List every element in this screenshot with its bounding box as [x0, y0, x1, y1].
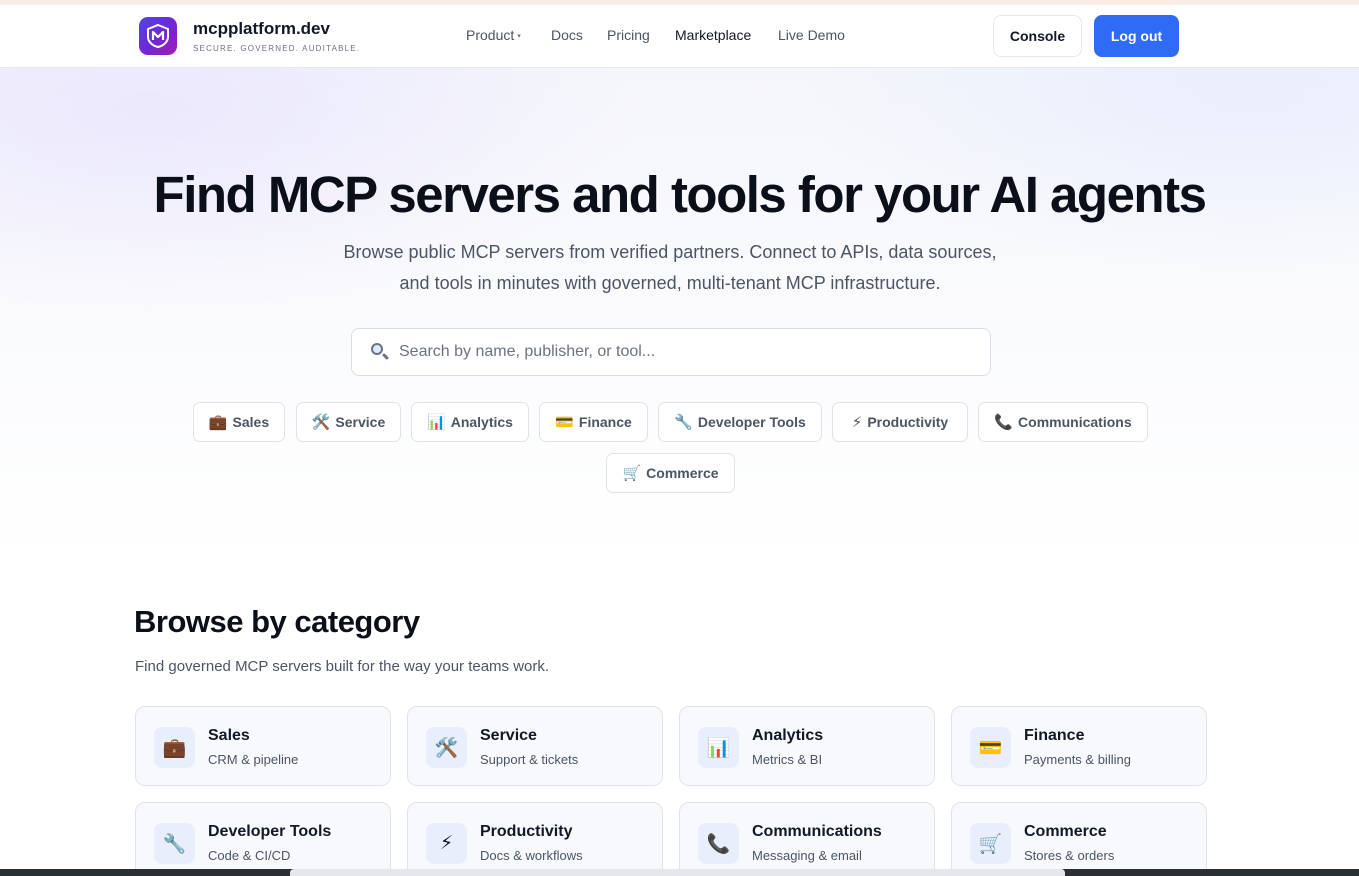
lightning-icon: ⚡: [851, 414, 863, 431]
chip-label: Service: [335, 414, 386, 430]
category-card-sales[interactable]: 💼 Sales CRM & pipeline: [135, 706, 391, 786]
hero-subtitle: Browse public MCP servers from verified …: [280, 237, 1060, 299]
chip-developer-tools[interactable]: 🔧 Developer Tools: [658, 402, 822, 442]
card-title: Communications: [752, 823, 882, 840]
card-title: Analytics: [752, 727, 824, 744]
brand-tagline: SECURE. GOVERNED. AUDITABLE.: [193, 44, 361, 53]
category-card-service[interactable]: 🛠️ Service Support & tickets: [407, 706, 663, 786]
bar-chart-icon: 📊: [427, 414, 446, 431]
chip-sales[interactable]: 💼 Sales: [193, 402, 285, 442]
section-subtitle: Find governed MCP servers built for the …: [135, 658, 550, 675]
wrench-icon: 🔧: [674, 414, 693, 431]
briefcase-icon: 💼: [208, 414, 228, 431]
card-description: Code & CI/CD: [208, 848, 291, 863]
chip-finance[interactable]: 💳 Finance: [539, 402, 648, 442]
category-card-commerce[interactable]: 🛒 Commerce Stores & orders: [951, 802, 1207, 876]
category-card-productivity[interactable]: ⚡ Productivity Docs & workflows: [407, 802, 663, 876]
bar-chart-icon: 📊: [698, 727, 739, 768]
card-description: CRM & pipeline: [208, 752, 299, 767]
category-card-finance[interactable]: 💳 Finance Payments & billing: [951, 706, 1207, 786]
cart-icon: 🛒: [622, 465, 642, 482]
site-header: mcpplatform.dev SECURE. GOVERNED. AUDITA…: [0, 5, 1359, 68]
phone-icon: 📞: [698, 823, 739, 864]
chip-communications[interactable]: 📞 Communications: [978, 402, 1148, 442]
chip-label: Commerce: [646, 465, 719, 481]
chip-commerce[interactable]: 🛒 Commerce: [606, 453, 735, 493]
wrench-icon: 🔧: [154, 823, 195, 864]
chip-productivity[interactable]: ⚡ Productivity: [832, 402, 968, 442]
search-icon: [369, 341, 391, 363]
chevron-down-icon: ▾: [517, 33, 521, 41]
nav-item-live-demo[interactable]: Live Demo: [778, 27, 845, 43]
search-bar[interactable]: [351, 328, 991, 376]
phone-icon: 📞: [994, 414, 1014, 431]
chip-label: Communications: [1018, 414, 1132, 430]
card-title: Productivity: [480, 823, 573, 840]
cart-icon: 🛒: [970, 823, 1011, 864]
briefcase-icon: 💼: [154, 727, 195, 768]
card-title: Commerce: [1024, 823, 1107, 840]
tools-icon: 🛠️: [426, 727, 467, 768]
nav-item-product[interactable]: Product ▾: [466, 27, 521, 43]
category-card-communications[interactable]: 📞 Communications Messaging & email: [679, 802, 935, 876]
tools-icon: 🛠️: [311, 414, 331, 431]
taskbar-preview: [290, 869, 1065, 876]
card-description: Messaging & email: [752, 848, 862, 863]
hero-title: Find MCP servers and tools for your AI a…: [153, 166, 1207, 223]
logout-button[interactable]: Log out: [1094, 15, 1179, 57]
hero-subtitle-line: and tools in minutes with governed, mult…: [399, 273, 941, 293]
category-card-analytics[interactable]: 📊 Analytics Metrics & BI: [679, 706, 935, 786]
chip-label: Finance: [578, 414, 632, 430]
nav-item-marketplace[interactable]: Marketplace: [675, 27, 751, 43]
search-input[interactable]: [399, 343, 959, 361]
credit-card-icon: 💳: [970, 727, 1011, 768]
nav-item-pricing[interactable]: Pricing: [607, 27, 650, 43]
card-title: Sales: [208, 727, 250, 744]
chip-label: Productivity: [867, 414, 949, 430]
nav-item-docs[interactable]: Docs: [551, 27, 583, 43]
card-title: Service: [480, 727, 537, 744]
chip-label: Developer Tools: [697, 414, 806, 430]
card-description: Docs & workflows: [480, 848, 583, 863]
chip-label: Sales: [232, 414, 270, 430]
chip-analytics[interactable]: 📊 Analytics: [411, 402, 529, 442]
hero-subtitle-line: Browse public MCP servers from verified …: [343, 242, 997, 262]
nav-item-label: Product: [466, 27, 515, 43]
brand-logo-icon[interactable]: [139, 17, 177, 55]
card-description: Payments & billing: [1024, 752, 1131, 767]
window-bottom-edge: [0, 869, 1359, 876]
section-title: Browse by category: [134, 604, 420, 639]
brand-name[interactable]: mcpplatform.dev: [193, 19, 330, 39]
card-title: Developer Tools: [208, 823, 332, 840]
console-button[interactable]: Console: [993, 15, 1082, 57]
lightning-icon: ⚡: [426, 823, 467, 864]
chip-service[interactable]: 🛠️ Service: [296, 402, 401, 442]
card-description: Support & tickets: [480, 752, 579, 767]
category-card-developer-tools[interactable]: 🔧 Developer Tools Code & CI/CD: [135, 802, 391, 876]
card-title: Finance: [1024, 727, 1085, 744]
chip-label: Analytics: [450, 414, 513, 430]
card-description: Stores & orders: [1024, 848, 1115, 863]
card-description: Metrics & BI: [752, 752, 823, 767]
credit-card-icon: 💳: [555, 414, 574, 431]
